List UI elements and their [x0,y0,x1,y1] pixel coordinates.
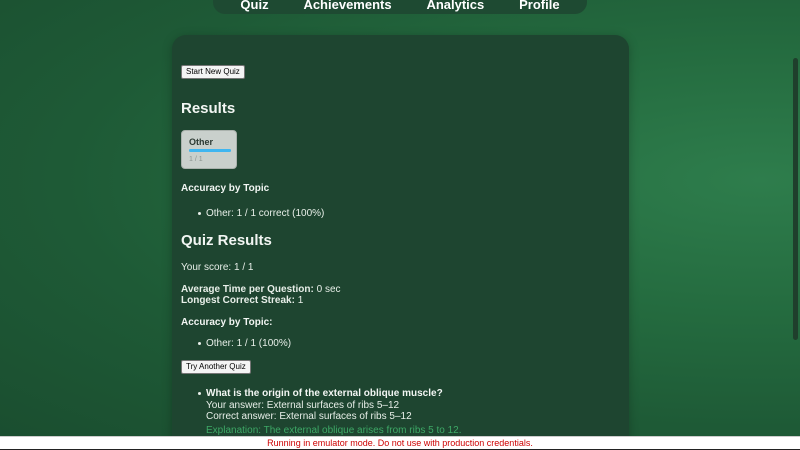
accuracy-list-item: Other: 1 / 1 correct (100%) [197,208,325,219]
topic-tile-count: 1 / 1 [189,156,203,163]
emulator-warning-banner: Running in emulator mode. Do not use wit… [0,436,800,450]
longest-streak-value: 1 [294,295,304,306]
topic-progress-fill [189,149,231,152]
your-answer-text: Your answer: External surfaces of ribs 5… [206,400,400,411]
try-another-quiz-button[interactable]: Try Another Quiz [181,360,251,374]
accuracy-by-topic-colon-heading: Accuracy by Topic: [181,317,273,328]
score-text: Your score: 1 / 1 [181,262,254,273]
question-text: What is the origin of the external obliq… [198,388,443,399]
longest-streak-label: Longest Correct Streak: [181,295,295,306]
question-label: What is the origin of the external obliq… [206,388,443,399]
topic-progress-bar [189,149,231,152]
accuracy-colon-list-item: Other: 1 / 1 (100%) [197,338,292,349]
page-scrollbar[interactable] [793,58,798,340]
nav-item-quiz[interactable]: Quiz [240,0,268,12]
accuracy-by-topic-heading: Accuracy by Topic [181,183,270,194]
avg-time-row: Average Time per Question: 0 sec [181,284,341,295]
quiz-results-heading: Quiz Results [181,232,272,249]
longest-streak-row: Longest Correct Streak: 1 [181,295,303,306]
topic-tile-name: Other [189,137,214,147]
nav-item-achievements[interactable]: Achievements [303,0,391,12]
results-heading: Results [181,100,236,117]
top-navigation: Quiz Achievements Analytics Profile [213,0,587,14]
start-new-quiz-button[interactable]: Start New Quiz [181,65,245,79]
explanation-text: Explanation: The external oblique arises… [206,425,462,436]
correct-answer-text: Correct answer: External surfaces of rib… [206,411,412,422]
topic-tile-other[interactable]: Other 1 / 1 [181,130,237,169]
question-bullet [198,392,201,395]
avg-time-label: Average Time per Question: [181,284,314,295]
nav-item-profile[interactable]: Profile [519,0,559,12]
avg-time-value: 0 sec [313,284,341,295]
nav-item-analytics[interactable]: Analytics [426,0,484,12]
